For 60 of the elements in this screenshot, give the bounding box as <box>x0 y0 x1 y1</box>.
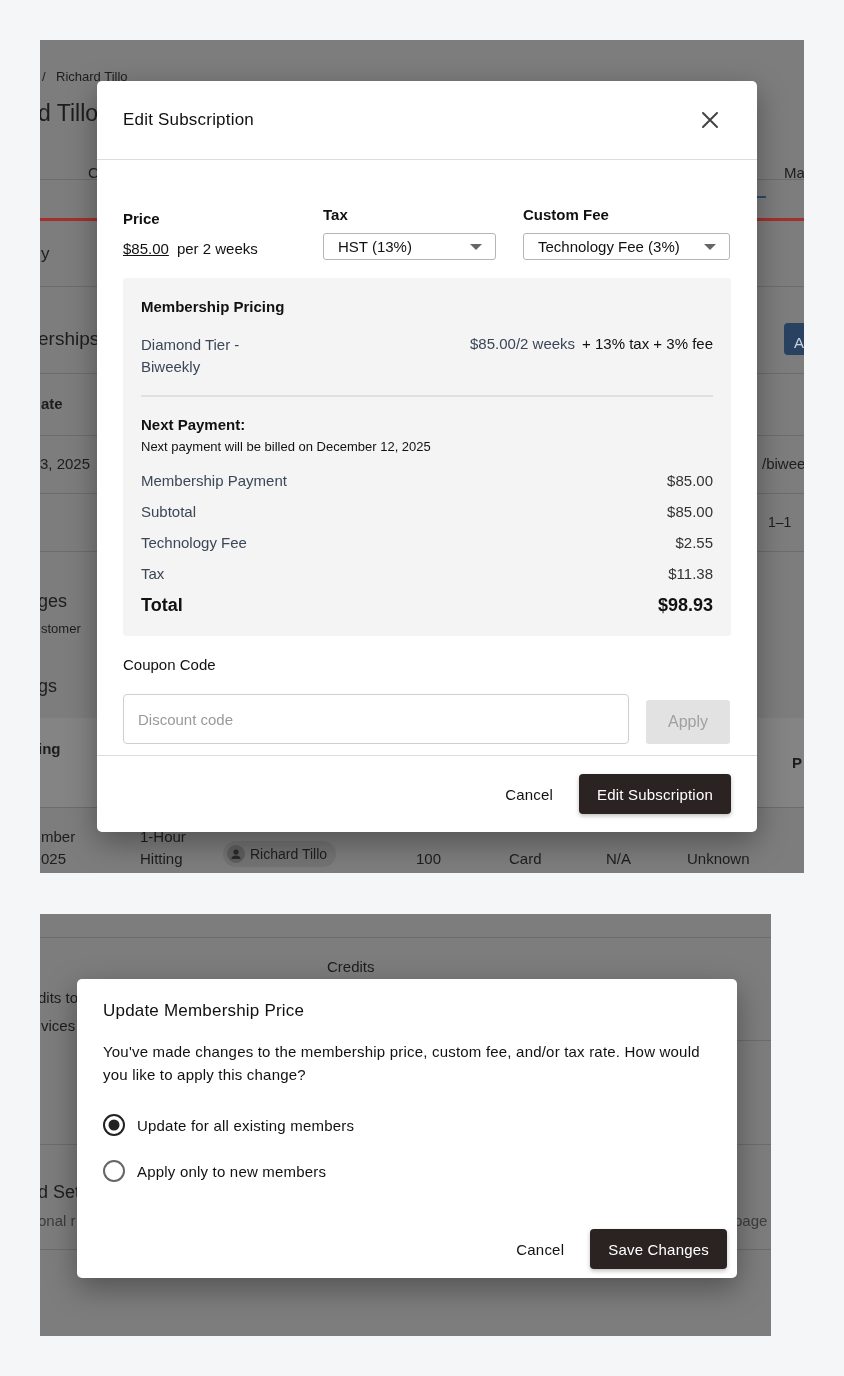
table-cell: 3, 2025 <box>40 455 91 472</box>
field-label: Coupon Code <box>123 656 217 673</box>
confirm-button[interactable]: Save Changes <box>590 1229 727 1269</box>
dialog-message: You've made changes to the membership price, custom fee, and/or tax rate. How would you like to apply this change? <box>103 1042 701 1085</box>
breadcrumb-item: Richard Tillo <box>56 69 128 84</box>
summary-title: Membership Pricing <box>141 298 286 315</box>
table-cell: Hitting <box>140 850 183 867</box>
line-amount: $2.55 <box>675 534 713 552</box>
price-period: per 2 weeks <box>176 240 258 257</box>
price-link[interactable]: $85.00 <box>123 240 169 257</box>
cancel-button[interactable]: Cancel <box>487 774 572 814</box>
plan-price: $85.00/2 weeks <box>470 335 576 352</box>
tab-label: Ma <box>784 164 804 181</box>
next-payment-note: Next payment will be billed on December 12, 2025 <box>141 439 432 454</box>
breadcrumb-separator: / <box>42 69 46 84</box>
table-cell: /biwee <box>762 455 804 472</box>
table-cell: mber <box>41 828 76 845</box>
add-button[interactable]: A <box>784 323 804 355</box>
coupon-field[interactable]: Discount code <box>123 694 629 744</box>
table-cell: 1-Hour <box>140 828 186 845</box>
table-cell: 100 <box>416 850 442 867</box>
column-header: ate <box>41 395 63 412</box>
dialog-title: Edit Subscription <box>123 110 254 130</box>
line-label: Tax <box>141 565 165 583</box>
field-label: Custom Fee <box>523 206 610 223</box>
field-label: Tax <box>323 206 349 223</box>
caret-icon <box>470 243 482 250</box>
select-field[interactable]: HST (13%) <box>323 233 496 260</box>
column-header: Credits <box>327 958 375 975</box>
field-label: Price <box>123 210 161 227</box>
caret-icon <box>704 243 716 250</box>
table-cell: vices <box>41 1017 76 1034</box>
plan-name: Diamond Tier - Biweekly <box>141 335 241 377</box>
next-payment-title: Next Payment: <box>141 416 247 433</box>
radio-option[interactable]: Apply only to new members <box>103 1160 327 1182</box>
total-amount: $98.93 <box>657 595 713 616</box>
select-field[interactable]: Technology Fee (3%) <box>523 233 730 260</box>
plan-extras: + 13% tax + 3% fee <box>582 335 713 352</box>
dialog-title: Update Membership Price <box>103 1001 306 1021</box>
cancel-button[interactable]: Cancel <box>498 1229 583 1269</box>
customer-chip: Richard Tillo <box>223 841 337 867</box>
radio-option[interactable]: Update for all existing members <box>103 1114 355 1136</box>
section-note: stomer <box>41 621 81 636</box>
column-header: P <box>792 754 802 771</box>
section-label: y <box>41 244 50 264</box>
line-label: Membership Payment <box>141 472 287 490</box>
total-label: Total <box>141 595 183 616</box>
line-amount: $11.38 <box>668 565 713 583</box>
table-cell: N/A <box>606 850 631 867</box>
line-amount: $85.00 <box>667 503 713 521</box>
close-icon[interactable] <box>701 111 719 129</box>
table-cell: Card <box>509 850 542 867</box>
confirm-button[interactable]: Edit Subscription <box>579 774 731 814</box>
line-label: Subtotal <box>141 503 197 521</box>
line-label: Technology Fee <box>141 534 247 552</box>
person-icon <box>227 845 245 863</box>
pagination-text: 1–1 <box>768 514 792 530</box>
table-cell: 025 <box>41 850 67 867</box>
table-cell: Unknown <box>687 850 750 867</box>
line-amount: $85.00 <box>667 472 713 490</box>
